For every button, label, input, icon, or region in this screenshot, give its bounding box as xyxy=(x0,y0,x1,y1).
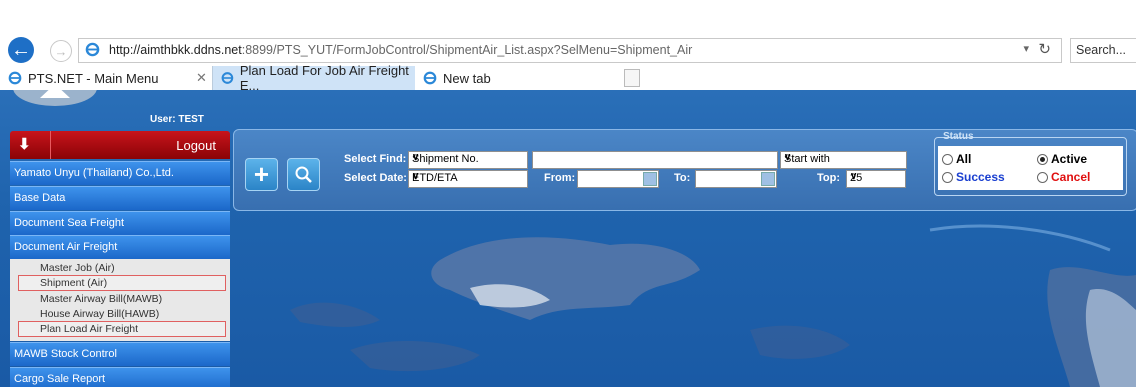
browser-search-input[interactable]: Search... xyxy=(1070,38,1136,63)
radio-icon xyxy=(942,171,953,183)
to-date-input[interactable] xyxy=(695,170,777,188)
globe-logo xyxy=(13,90,97,106)
status-radio-success[interactable]: Success xyxy=(942,170,1005,184)
radio-icon xyxy=(942,153,953,165)
sidebar-item-label: Document Sea Freight xyxy=(14,217,125,229)
plus-icon: + xyxy=(253,159,270,189)
ie-icon xyxy=(221,72,234,84)
submenu-item-shipment-air[interactable]: Shipment (Air) xyxy=(18,275,226,291)
submenu-air-freight: Master Job (Air) Shipment (Air) Master A… xyxy=(10,259,230,341)
tab-new-tab[interactable]: New tab xyxy=(415,66,620,90)
select-find-label: Select Find: xyxy=(344,153,407,165)
divider xyxy=(50,131,51,159)
find-text-input[interactable] xyxy=(532,151,778,169)
select-date-label: Select Date: xyxy=(344,172,407,184)
from-label: From: xyxy=(544,172,576,184)
chevron-down-icon[interactable]: ▾ xyxy=(1023,42,1029,55)
sidebar: ⬇ Logout Yamato Unyu (Thailand) Co.,Ltd.… xyxy=(10,131,230,387)
search-panel: + Select Find: Shipment No. ∨ Start with ∨… xyxy=(233,129,1136,211)
ie-icon xyxy=(423,71,437,85)
submenu-item-hawb[interactable]: House Airway Bill(HAWB) xyxy=(18,307,224,322)
chevron-down-icon: ∨ xyxy=(412,152,420,163)
to-label: To: xyxy=(674,172,691,184)
add-button[interactable]: + xyxy=(245,158,278,191)
tab-main-menu[interactable]: PTS.NET - Main Menu ✕ xyxy=(0,66,212,90)
sidebar-item-label: Base Data xyxy=(14,192,66,204)
select-find-dropdown[interactable]: Shipment No. ∨ xyxy=(408,151,528,169)
submenu-item-master-job[interactable]: Master Job (Air) xyxy=(18,261,224,276)
sidebar-item-cargo-sale-report[interactable]: Cargo Sale Report xyxy=(10,367,230,387)
radio-icon xyxy=(1037,171,1048,183)
address-bar[interactable]: http://aimthbkk.ddns.net:8899/PTS_YUT/Fo… xyxy=(78,38,1062,63)
close-icon[interactable]: ✕ xyxy=(196,70,207,86)
new-tab-icon[interactable] xyxy=(624,69,640,87)
from-date-input[interactable] xyxy=(577,170,659,188)
status-options: All Active Success Cancel xyxy=(938,146,1123,190)
tab-label: New tab xyxy=(443,70,491,86)
submenu-item-plan-load[interactable]: Plan Load Air Freight xyxy=(18,321,226,337)
refresh-icon[interactable]: ↻ xyxy=(1038,40,1051,58)
chevron-down-icon: ∨ xyxy=(850,171,858,182)
tab-label: PTS.NET - Main Menu xyxy=(28,70,159,86)
chevron-down-icon: ∨ xyxy=(784,152,792,163)
sidebar-item-mawb-stock-control[interactable]: MAWB Stock Control xyxy=(10,342,230,366)
sidebar-item-company[interactable]: Yamato Unyu (Thailand) Co.,Ltd. xyxy=(10,161,230,185)
browser-titlebar xyxy=(0,0,1136,35)
sidebar-item-document-sea-freight[interactable]: Document Sea Freight xyxy=(10,211,230,235)
magnifier-icon xyxy=(295,166,312,183)
sidebar-item-label: Cargo Sale Report xyxy=(14,373,106,385)
tab-plan-load[interactable]: Plan Load For Job Air Freight E... xyxy=(212,63,417,93)
status-radio-cancel[interactable]: Cancel xyxy=(1037,170,1090,184)
tab-label: Plan Load For Job Air Freight E... xyxy=(239,63,409,93)
browser-tab-strip: PTS.NET - Main Menu ✕ Plan Load For Job … xyxy=(0,63,1136,93)
top-count-dropdown[interactable]: 25 ∨ xyxy=(846,170,906,188)
world-map-background xyxy=(290,224,1136,387)
match-mode-dropdown[interactable]: Start with ∨ xyxy=(780,151,907,169)
status-title: Status xyxy=(943,131,974,142)
calendar-icon[interactable] xyxy=(643,172,657,186)
status-group: Status All Active Success Cancel xyxy=(934,131,1127,196)
ie-icon xyxy=(8,71,22,85)
down-arrow-icon: ⬇ xyxy=(18,136,31,153)
status-radio-all[interactable]: All xyxy=(942,152,971,166)
ie-icon xyxy=(85,42,100,57)
logout-button[interactable]: ⬇ Logout xyxy=(10,131,230,159)
search-button[interactable] xyxy=(287,158,320,191)
chevron-down-icon: ∨ xyxy=(412,171,420,182)
forward-arrow-icon[interactable]: → xyxy=(50,40,72,62)
back-arrow-icon[interactable]: ← xyxy=(8,37,34,63)
url-text: http://aimthbkk.ddns.net:8899/PTS_YUT/Fo… xyxy=(109,43,693,57)
user-label: User: TEST xyxy=(150,114,204,125)
select-date-dropdown[interactable]: ETD/ETA ∨ xyxy=(408,170,528,188)
logout-label: Logout xyxy=(176,138,216,153)
sidebar-item-base-data[interactable]: Base Data xyxy=(10,186,230,210)
browser-nav-bar: ← → http://aimthbkk.ddns.net:8899/PTS_YU… xyxy=(0,34,1136,66)
submenu-item-mawb[interactable]: Master Airway Bill(MAWB) xyxy=(18,292,224,307)
sidebar-item-label: MAWB Stock Control xyxy=(14,348,117,360)
top-label: Top: xyxy=(817,172,841,184)
radio-selected-icon xyxy=(1037,153,1048,165)
status-radio-active[interactable]: Active xyxy=(1037,152,1087,166)
sidebar-item-label: Yamato Unyu (Thailand) Co.,Ltd. xyxy=(14,167,174,179)
app-area: User: TEST ⬇ Logout Yamato Unyu (Thailan… xyxy=(0,90,1136,387)
sidebar-item-label: Document Air Freight xyxy=(14,241,118,253)
sidebar-item-document-air-freight[interactable]: Document Air Freight xyxy=(10,235,230,259)
calendar-icon[interactable] xyxy=(761,172,775,186)
